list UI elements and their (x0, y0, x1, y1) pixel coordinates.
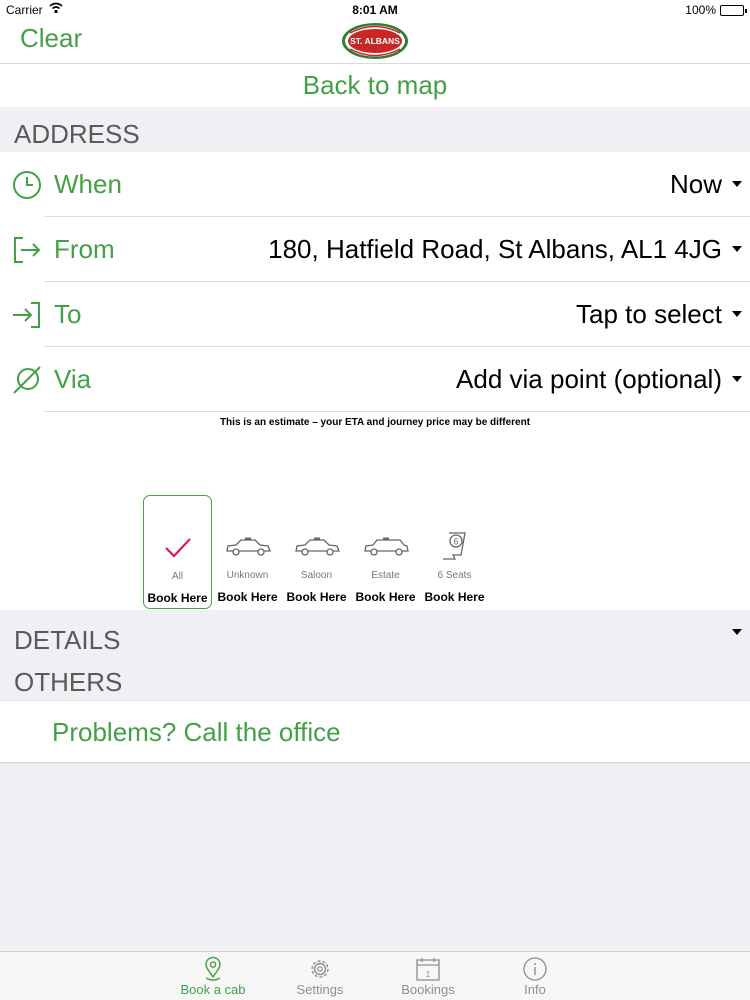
to-value[interactable]: Tap to select (576, 282, 722, 347)
vehicle-name: Saloon (300, 570, 333, 581)
vehicle-name: Estate (371, 570, 400, 581)
vehicle-option-unknown[interactable]: Unknown Book Here (213, 495, 282, 609)
tab-label: Bookings (401, 982, 455, 997)
tab-book-a-cab[interactable]: Book a cab (168, 952, 258, 1000)
call-office-button[interactable]: Problems? Call the office (0, 700, 750, 763)
nav-bar: Clear ST. ALBANS (0, 20, 750, 64)
vehicle-name: Unknown (226, 570, 269, 581)
to-row[interactable]: To Tap to select (0, 282, 750, 347)
via-value[interactable]: Add via point (optional) (456, 347, 722, 412)
calendar-icon: 1 (416, 958, 440, 981)
vehicle-option-estate[interactable]: Estate Book Here (351, 495, 420, 609)
when-label: When (54, 169, 122, 199)
battery-percent: 100% (685, 3, 716, 17)
tab-bar: Book a cab Settings 1 Bookings Info (0, 951, 750, 1000)
expand-caret-icon (732, 629, 742, 635)
from-dropdown-caret-icon (732, 246, 742, 252)
when-dropdown-caret-icon (732, 181, 742, 187)
tab-label: Info (524, 982, 546, 997)
info-icon (523, 957, 547, 981)
book-here-link[interactable]: Book Here (144, 591, 211, 605)
estimate-disclaimer: This is an estimate – your ETA and journ… (219, 417, 531, 428)
via-row[interactable]: Via Add via point (optional) (0, 347, 750, 412)
pickup-arrow-icon (14, 237, 41, 263)
map-pin-icon (205, 956, 221, 981)
dropoff-arrow-icon (13, 302, 40, 328)
tab-bookings[interactable]: 1 Bookings (383, 952, 473, 1000)
book-here-link[interactable]: Book Here (213, 590, 282, 604)
vehicle-option-6-seats[interactable]: 6 6 Seats Book Here (420, 495, 489, 609)
vehicle-name: 6 Seats (437, 570, 472, 581)
from-label: From (54, 234, 115, 264)
book-here-link[interactable]: Book Here (420, 590, 489, 604)
tab-label: Book a cab (180, 982, 246, 997)
saloon-car-icon (294, 537, 340, 556)
book-here-link[interactable]: Book Here (351, 590, 420, 604)
tab-info[interactable]: Info (490, 952, 580, 1000)
details-section-header[interactable]: DETAILS (0, 610, 750, 655)
back-to-map-button[interactable]: Back to map (0, 64, 750, 107)
svg-text:ST. ALBANS: ST. ALBANS (350, 36, 400, 46)
via-label: Via (54, 364, 92, 394)
st-albans-logo: ST. ALBANS (342, 23, 408, 59)
tab-label: Settings (296, 982, 344, 997)
when-row[interactable]: When Now (0, 152, 750, 217)
to-dropdown-caret-icon (732, 311, 742, 317)
svg-text:1: 1 (426, 970, 431, 979)
others-section-header: OTHERS (0, 655, 750, 700)
six-seat-icon: 6 (442, 532, 466, 560)
status-bar: Carrier 8:01 AM 100% (0, 0, 750, 20)
estate-car-icon (363, 537, 409, 556)
clock-icon (13, 171, 41, 199)
taxi-icon (225, 537, 271, 556)
address-section-header: ADDRESS (0, 107, 750, 152)
vehicle-option-saloon[interactable]: Saloon Book Here (282, 495, 351, 609)
vehicle-name: All (171, 571, 184, 582)
check-icon (164, 538, 191, 558)
when-value[interactable]: Now (670, 152, 722, 217)
svg-text:6: 6 (453, 537, 458, 547)
book-here-link[interactable]: Book Here (282, 590, 351, 604)
clear-button[interactable]: Clear (20, 23, 82, 54)
via-dropdown-caret-icon (732, 376, 742, 382)
to-label: To (54, 299, 82, 329)
status-time: 8:01 AM (352, 3, 398, 17)
tab-settings[interactable]: Settings (275, 952, 365, 1000)
via-point-icon (13, 366, 41, 394)
battery-icon (720, 5, 747, 16)
vehicle-option-all[interactable]: All Book Here (143, 495, 212, 609)
divider (44, 411, 750, 412)
gear-icon (311, 960, 329, 978)
details-title: DETAILS (14, 625, 121, 655)
from-row[interactable]: From 180, Hatfield Road, St Albans, AL1 … (0, 217, 750, 282)
from-value[interactable]: 180, Hatfield Road, St Albans, AL1 4JG (268, 217, 722, 282)
